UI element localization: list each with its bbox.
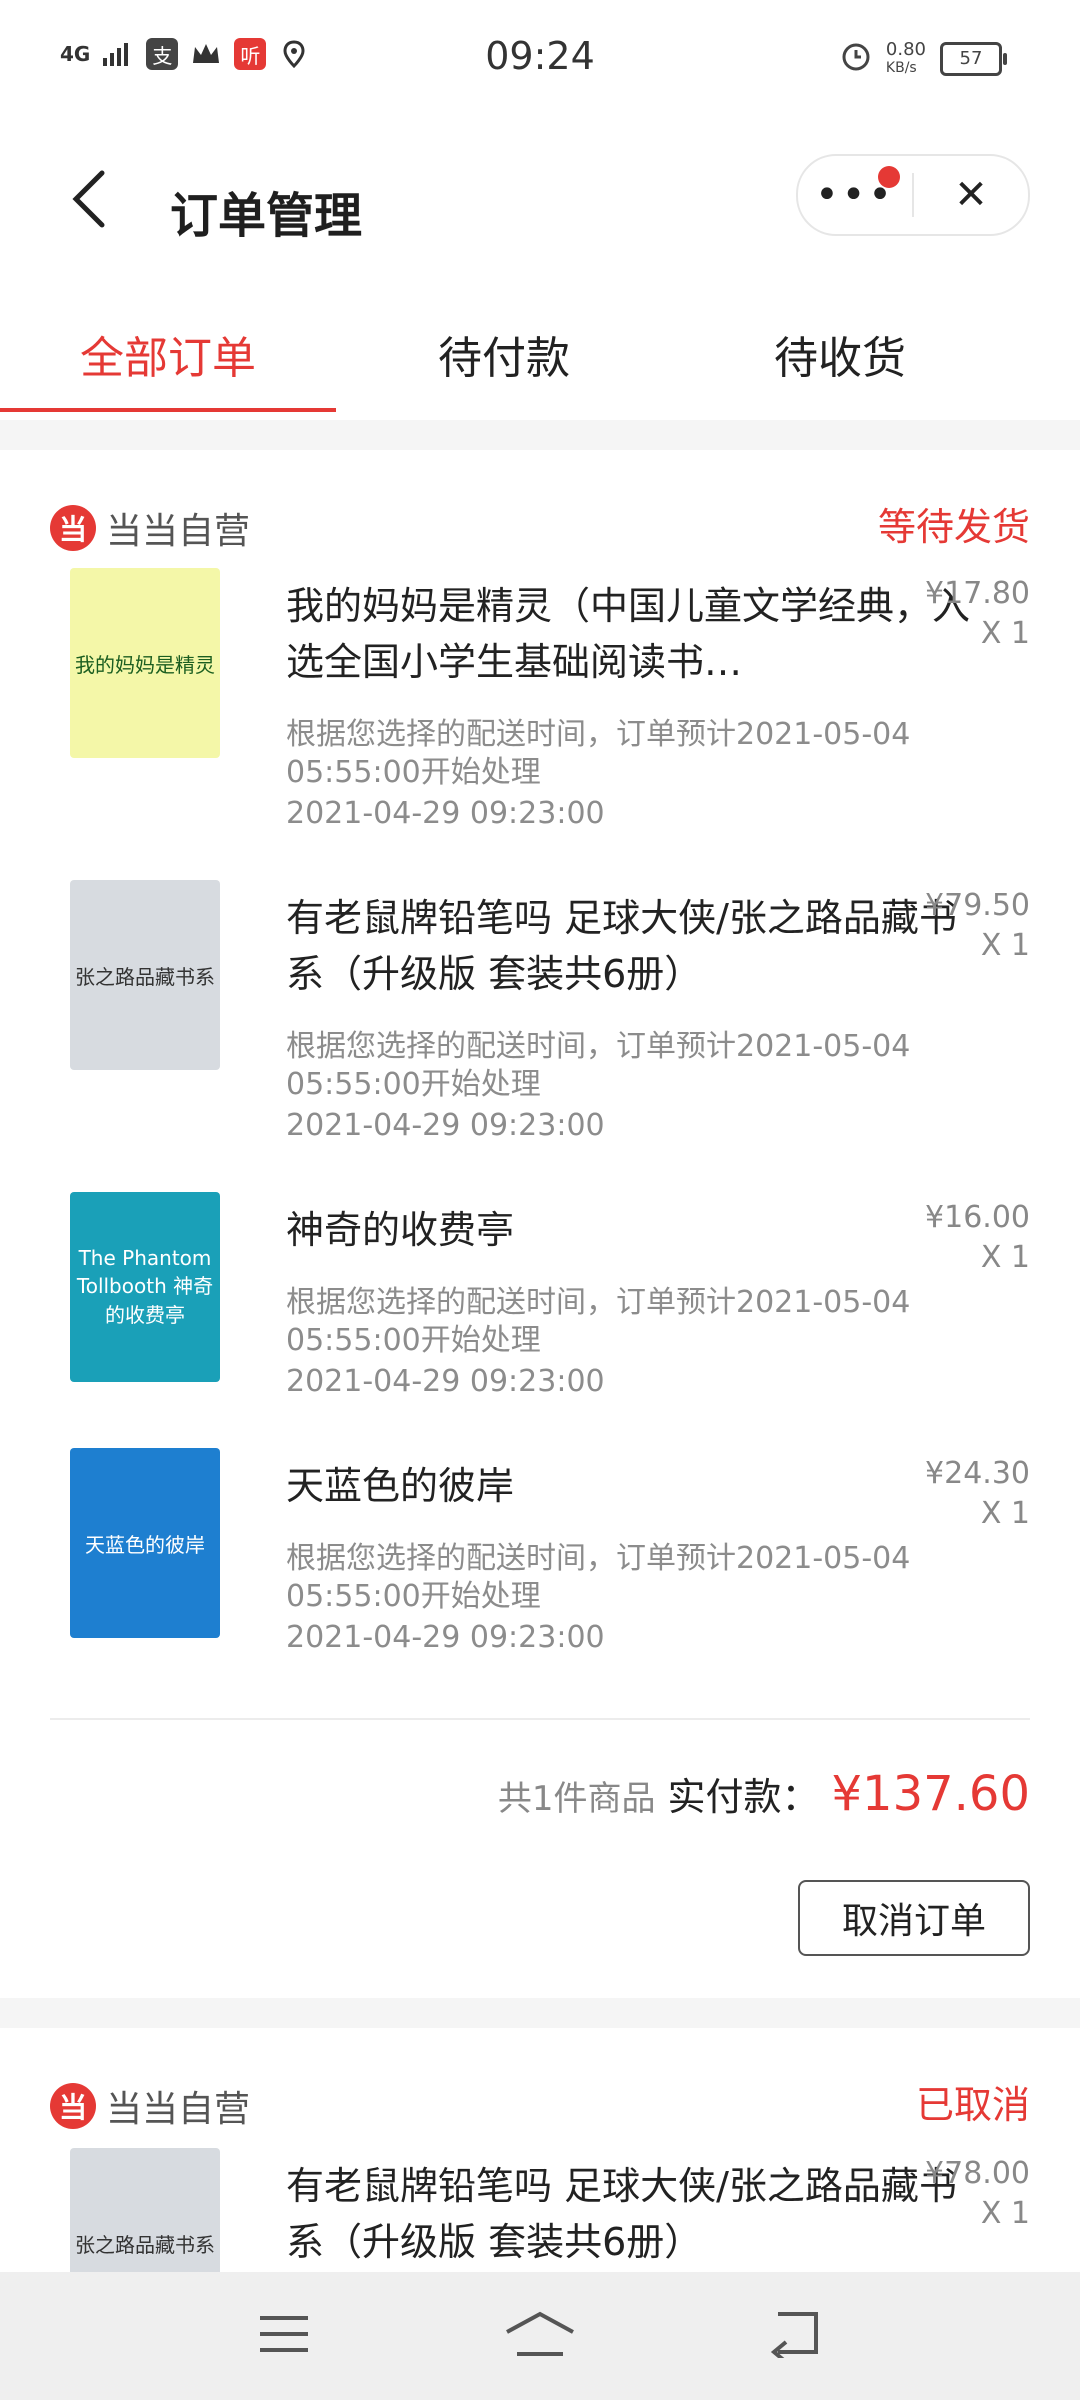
item-date: 2021-04-29 09:23:00 bbox=[286, 796, 605, 831]
item-price-block: ¥17.80 X 1 bbox=[925, 574, 1030, 654]
battery-level: 57 bbox=[959, 48, 983, 69]
order-item[interactable]: 天蓝色的彼岸 天蓝色的彼岸 根据您选择的配送时间，订单预计2021-05-04 … bbox=[50, 1448, 1030, 1698]
item-price: ¥16.00 bbox=[925, 1200, 1030, 1235]
item-count: 共1件商品 bbox=[497, 1779, 656, 1819]
note-line-1: 根据您选择的配送时间，订单预计2021-05-04 bbox=[286, 1285, 911, 1320]
item-note: 根据您选择的配送时间，订单预计2021-05-04 05:55:00开始处理 2… bbox=[286, 716, 976, 833]
network-speed: 0.80 KB/s bbox=[885, 38, 926, 77]
note-line-2: 05:55:00开始处理 bbox=[286, 755, 541, 790]
order-card[interactable]: 当 当当自营 等待发货 我的妈妈是精灵 我的妈妈是精灵（中国儿童文学经典，入选全… bbox=[0, 450, 1080, 1998]
app-header: 4G 支 听 09:24 0.80 KB/s 57 订单管理 ••• ✕ 全部订… bbox=[0, 0, 1080, 420]
item-price: ¥24.30 bbox=[925, 1456, 1030, 1491]
item-title: 我的妈妈是精灵（中国儿童文学经典，入选全国小学生基础阅读书… bbox=[286, 584, 971, 684]
note-line-2: 05:55:00开始处理 bbox=[286, 1579, 541, 1614]
order-header: 当 当当自营 等待发货 bbox=[50, 450, 1030, 570]
item-price: ¥17.80 bbox=[925, 576, 1030, 611]
speed-value: 0.80 bbox=[885, 38, 926, 60]
item-note: 根据您选择的配送时间，订单预计2021-05-04 05:55:00开始处理 2… bbox=[286, 1540, 976, 1657]
speed-unit: KB/s bbox=[885, 59, 917, 76]
order-summary: 共1件商品 实付款： ¥137.60 bbox=[50, 1720, 1030, 1850]
item-price: ¥78.00 bbox=[925, 2156, 1030, 2191]
item-title: 有老鼠牌铅笔吗 足球大侠/张之路品藏书系（升级版 套装共6册） bbox=[286, 896, 957, 996]
order-tabs: 全部订单 待付款 待收货 bbox=[0, 274, 1080, 420]
paid-amount: ¥137.60 bbox=[831, 1766, 1031, 1822]
item-title: 有老鼠牌铅笔吗 足球大侠/张之路品藏书系（升级版 套装共6册） bbox=[286, 2164, 957, 2264]
page-title: 订单管理 bbox=[170, 188, 363, 244]
shop-name[interactable]: 当 当当自营 bbox=[50, 2080, 250, 2132]
note-line-2: 05:55:00开始处理 bbox=[286, 1323, 541, 1358]
item-date: 2021-04-29 09:23:00 bbox=[286, 1620, 605, 1655]
order-total: 共1件商品 实付款： ¥137.60 bbox=[498, 1766, 1030, 1822]
item-date: 2021-04-29 09:23:00 bbox=[286, 1364, 605, 1399]
order-item[interactable]: The Phantom Tollbooth 神奇的收费亭 神奇的收费亭 根据您选… bbox=[50, 1192, 1030, 1448]
item-note: 根据您选择的配送时间，订单预计2021-05-04 05:55:00开始处理 2… bbox=[286, 1028, 976, 1145]
shop-label: 当当自营 bbox=[106, 2089, 251, 2130]
item-qty: X 1 bbox=[980, 1496, 1030, 1531]
nav-bar: 订单管理 ••• ✕ bbox=[0, 124, 1080, 274]
item-qty: X 1 bbox=[980, 616, 1030, 651]
book-cover: 我的妈妈是精灵 bbox=[70, 568, 220, 758]
item-title: 神奇的收费亭 bbox=[286, 1208, 515, 1252]
item-price-block: ¥78.00 X 1 bbox=[925, 2154, 1030, 2234]
back-icon[interactable] bbox=[768, 2310, 824, 2364]
shop-label: 当当自营 bbox=[106, 511, 251, 552]
order-header: 当 当当自营 已取消 bbox=[50, 2028, 1030, 2148]
dangdang-logo-icon: 当 bbox=[50, 505, 96, 551]
cover-text: 我的妈妈是精灵 bbox=[75, 652, 215, 677]
book-cover: The Phantom Tollbooth 神奇的收费亭 bbox=[70, 1192, 220, 1382]
back-button[interactable] bbox=[62, 164, 118, 234]
alarm-icon bbox=[840, 40, 872, 77]
more-button[interactable]: ••• bbox=[798, 156, 912, 234]
book-cover: 天蓝色的彼岸 bbox=[70, 1448, 220, 1638]
home-icon[interactable] bbox=[503, 2310, 577, 2362]
item-qty: X 1 bbox=[980, 1240, 1030, 1275]
note-line-1: 根据您选择的配送时间，订单预计2021-05-04 bbox=[286, 1541, 911, 1576]
close-icon: ✕ bbox=[954, 172, 988, 218]
dangdang-logo-icon: 当 bbox=[50, 2083, 96, 2129]
cancel-order-button[interactable]: 取消订单 bbox=[798, 1880, 1030, 1956]
item-date: 2021-04-29 09:23:00 bbox=[286, 1108, 605, 1143]
item-qty: X 1 bbox=[980, 928, 1030, 963]
mini-program-capsule: ••• ✕ bbox=[796, 154, 1030, 236]
tab-pending-payment[interactable]: 待付款 bbox=[336, 274, 672, 420]
item-title: 天蓝色的彼岸 bbox=[286, 1464, 515, 1508]
cover-text: 张之路品藏书系 bbox=[75, 964, 215, 989]
notification-dot bbox=[878, 166, 900, 188]
item-price: ¥79.50 bbox=[925, 888, 1030, 923]
chevron-left-icon bbox=[72, 170, 105, 228]
menu-icon[interactable] bbox=[256, 2312, 312, 2360]
note-line-2: 05:55:00开始处理 bbox=[286, 1067, 541, 1102]
cover-text: 天蓝色的彼岸 bbox=[85, 1532, 205, 1557]
order-status: 等待发货 bbox=[877, 505, 1030, 549]
order-actions: 取消订单 bbox=[50, 1850, 1030, 1980]
shop-name[interactable]: 当 当当自营 bbox=[50, 502, 250, 554]
cover-text: 张之路品藏书系 bbox=[75, 2232, 215, 2257]
order-item[interactable]: 我的妈妈是精灵 我的妈妈是精灵（中国儿童文学经典，入选全国小学生基础阅读书… 根… bbox=[50, 568, 1030, 880]
book-cover: 张之路品藏书系 bbox=[70, 880, 220, 1070]
item-note: 根据您选择的配送时间，订单预计2021-05-04 05:55:00开始处理 2… bbox=[286, 1284, 976, 1401]
system-nav-bar bbox=[0, 2272, 1080, 2400]
tab-pending-receipt[interactable]: 待收货 bbox=[672, 274, 1008, 420]
order-status: 已取消 bbox=[915, 2083, 1030, 2127]
order-item[interactable]: 张之路品藏书系 有老鼠牌铅笔吗 足球大侠/张之路品藏书系（升级版 套装共6册） … bbox=[50, 880, 1030, 1192]
cover-text: The Phantom Tollbooth 神奇的收费亭 bbox=[76, 1246, 214, 1327]
status-right: 0.80 KB/s 57 bbox=[840, 38, 1007, 77]
item-price-block: ¥79.50 X 1 bbox=[925, 886, 1030, 966]
item-qty: X 1 bbox=[980, 2196, 1030, 2231]
paid-label: 实付款： bbox=[667, 1775, 820, 1819]
close-button[interactable]: ✕ bbox=[914, 156, 1028, 234]
note-line-1: 根据您选择的配送时间，订单预计2021-05-04 bbox=[286, 717, 911, 752]
status-bar: 4G 支 听 09:24 0.80 KB/s 57 bbox=[0, 0, 1080, 124]
battery-icon: 57 bbox=[940, 41, 1007, 76]
note-line-1: 根据您选择的配送时间，订单预计2021-05-04 bbox=[286, 1029, 911, 1064]
item-price-block: ¥16.00 X 1 bbox=[925, 1198, 1030, 1278]
item-price-block: ¥24.30 X 1 bbox=[925, 1454, 1030, 1534]
tab-all-orders[interactable]: 全部订单 bbox=[0, 274, 336, 420]
